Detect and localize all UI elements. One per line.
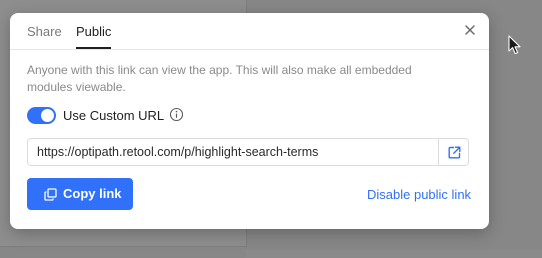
tab-bar: Share Public	[10, 13, 489, 50]
toggle-knob	[41, 109, 54, 122]
share-modal: Share Public Anyone with this link can v…	[10, 13, 489, 229]
close-icon[interactable]	[463, 23, 477, 37]
open-external-button[interactable]	[439, 139, 469, 165]
public-url-field[interactable]: https://optipath.retool.com/p/highlight-…	[27, 138, 469, 166]
custom-url-toggle[interactable]	[27, 107, 56, 124]
external-link-icon	[448, 146, 461, 159]
copy-link-label: Copy link	[63, 186, 122, 201]
info-icon[interactable]	[169, 107, 184, 122]
active-tab-indicator	[76, 47, 111, 49]
copy-link-button[interactable]: Copy link	[27, 178, 133, 210]
tab-public[interactable]: Public	[76, 24, 111, 39]
tab-share[interactable]: Share	[27, 24, 62, 39]
custom-url-label: Use Custom URL	[63, 108, 165, 123]
public-url-value[interactable]: https://optipath.retool.com/p/highlight-…	[37, 145, 318, 160]
background-panel-strip	[246, 250, 542, 258]
mouse-pointer-icon	[508, 35, 521, 55]
disable-public-link[interactable]: Disable public link	[367, 187, 471, 202]
public-link-description: Anyone with this link can view the app. …	[27, 63, 412, 94]
copy-icon	[44, 188, 57, 201]
